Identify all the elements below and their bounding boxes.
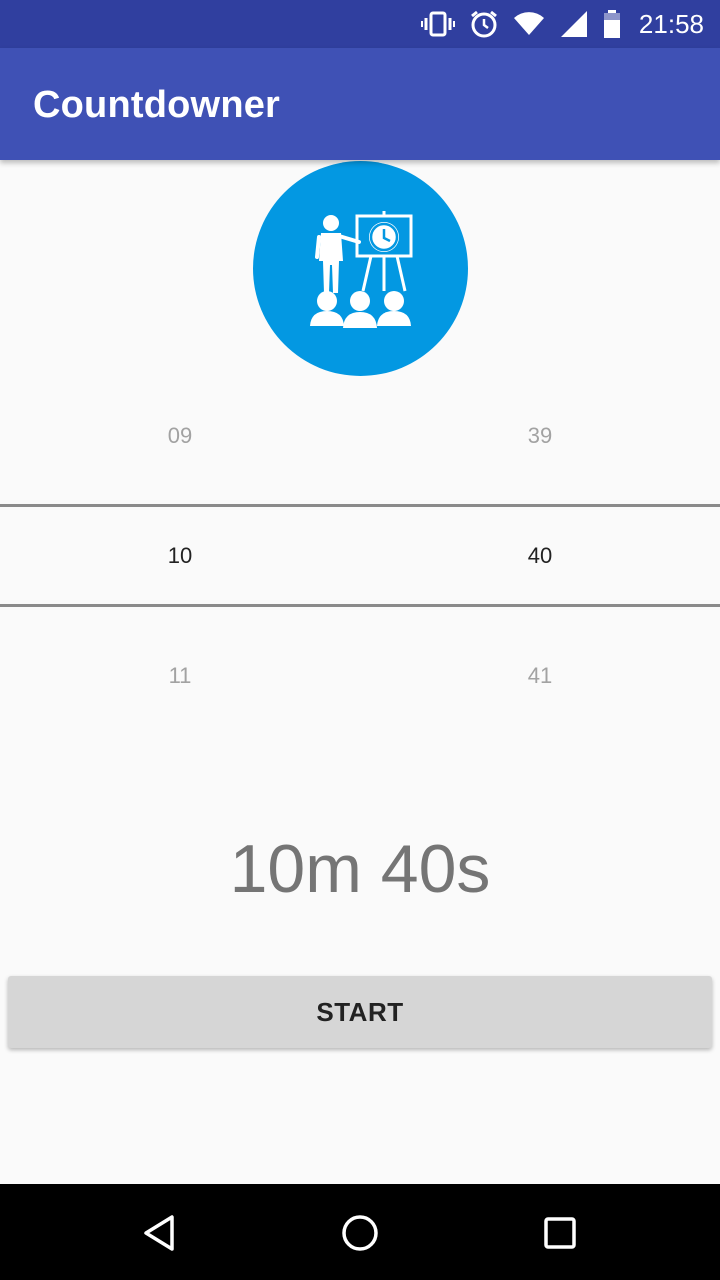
minutes-next[interactable]: 11 (80, 646, 280, 706)
seconds-selected[interactable]: 40 (440, 526, 640, 586)
minutes-picker[interactable]: 09 10 11 (80, 380, 280, 740)
app-logo (253, 161, 468, 376)
alarm-icon (469, 9, 499, 39)
seconds-picker[interactable]: 39 40 41 (440, 380, 640, 740)
app-title: Countdowner (33, 84, 281, 126)
home-icon[interactable] (335, 1208, 385, 1258)
seconds-next[interactable]: 41 (440, 646, 640, 706)
minutes-selected[interactable]: 10 (80, 526, 280, 586)
app-bar: Countdowner (0, 48, 720, 160)
time-display: 10m 40s (229, 831, 491, 907)
presentation-timer-icon (310, 211, 413, 328)
recents-icon[interactable] (535, 1208, 585, 1258)
start-button[interactable]: START (8, 976, 712, 1048)
back-icon[interactable] (135, 1208, 185, 1258)
vibrate-icon (420, 10, 455, 38)
navigation-bar (0, 1184, 720, 1280)
status-bar: 21:58 (0, 0, 720, 48)
status-time: 21:58 (638, 8, 704, 39)
minutes-prev[interactable]: 09 (80, 406, 280, 466)
battery-icon (603, 9, 621, 39)
wifi-icon (513, 11, 545, 37)
signal-icon (559, 10, 589, 38)
seconds-prev[interactable]: 39 (440, 406, 640, 466)
